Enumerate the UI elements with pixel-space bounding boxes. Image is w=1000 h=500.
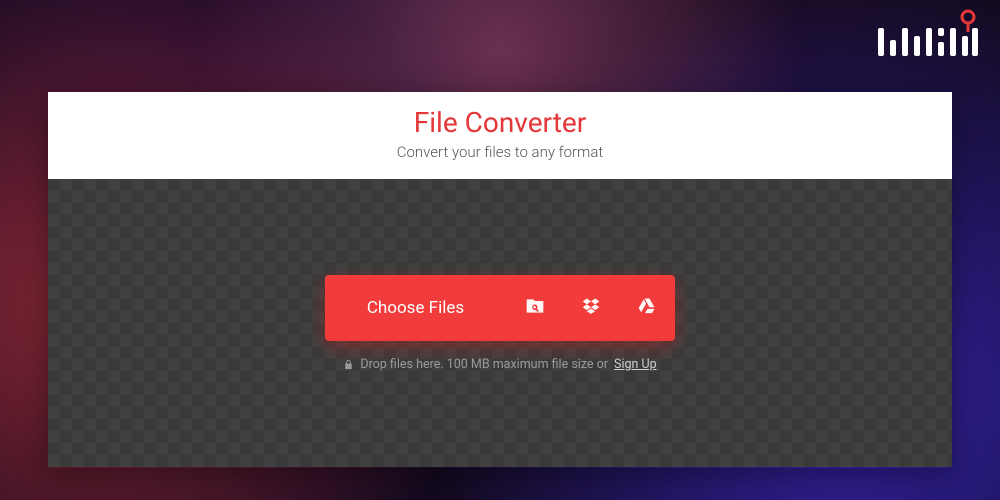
brand-logo — [872, 8, 982, 68]
drop-hint: Drop files here. 100 MB maximum file siz… — [343, 357, 656, 372]
choose-files-button[interactable]: Choose Files — [325, 275, 507, 341]
folder-search-icon — [525, 296, 545, 320]
dropbox-icon — [581, 296, 601, 320]
page-background: File Converter Convert your files to any… — [0, 0, 1000, 500]
google-drive-button[interactable] — [619, 275, 675, 341]
drop-hint-text: Drop files here. 100 MB maximum file siz… — [360, 357, 608, 372]
signup-link[interactable]: Sign Up — [614, 357, 657, 372]
file-dropzone[interactable]: Choose Files — [48, 179, 952, 467]
page-subtitle: Convert your files to any format — [48, 143, 952, 161]
choose-files-label: Choose Files — [367, 298, 464, 318]
card-header: File Converter Convert your files to any… — [48, 92, 952, 179]
converter-card: File Converter Convert your files to any… — [48, 92, 952, 468]
page-title: File Converter — [48, 106, 952, 139]
upload-button-group: Choose Files — [325, 275, 675, 341]
lock-icon — [343, 359, 354, 370]
google-drive-icon — [637, 296, 657, 320]
browse-folder-button[interactable] — [507, 275, 563, 341]
dropbox-button[interactable] — [563, 275, 619, 341]
